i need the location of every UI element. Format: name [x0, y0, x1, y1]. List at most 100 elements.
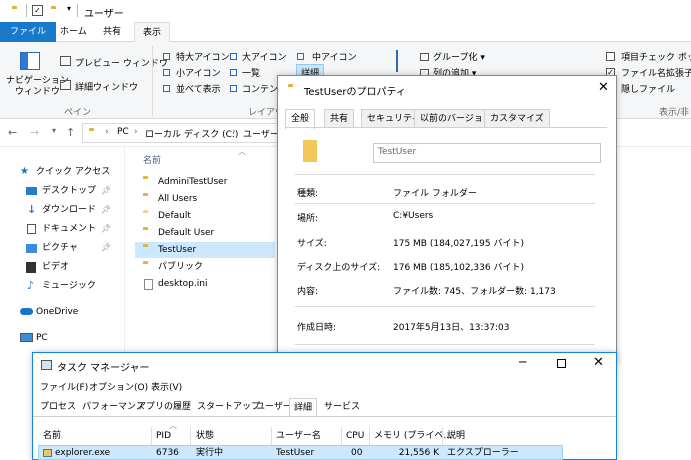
file-ext-label: ファイル名拡張子	[621, 69, 691, 79]
column-divider	[341, 427, 342, 445]
recent-locations-icon[interactable]: ▾	[52, 126, 56, 135]
menu-file[interactable]: ファイル(F)	[40, 380, 88, 393]
nav-videos[interactable]: ビデオ	[0, 258, 125, 276]
chevron-right-icon: ›	[105, 127, 109, 137]
panes-group-label: ペイン	[64, 108, 92, 118]
menu-view[interactable]: 表示(V)	[151, 380, 182, 393]
close-icon[interactable]: ✕	[593, 355, 604, 370]
nav-documents-label: ドキュメント	[42, 224, 97, 234]
ribbon-tabs: ファイル ホーム 共有 表示	[0, 22, 691, 43]
location-label: 場所:	[297, 214, 319, 224]
layout-large[interactable]: 大アイコン	[242, 50, 287, 63]
desktop-icon	[26, 187, 37, 195]
details-pane-button[interactable]: 詳細ウィンドウ	[75, 80, 138, 93]
layout-small[interactable]: 小アイコン	[176, 66, 221, 79]
tab-details[interactable]: 詳細	[289, 398, 318, 417]
tiles-icon	[163, 85, 170, 92]
divider	[295, 174, 595, 175]
size-on-disk-value: 176 MB (185,102,336 バイト)	[393, 263, 524, 273]
nav-downloads[interactable]: ↓ ダウンロード 📌︎	[0, 201, 125, 219]
column-cpu[interactable]: CPU	[346, 427, 364, 445]
layout-medium[interactable]: 中アイコン	[312, 50, 357, 63]
tab-processes[interactable]: プロセス	[36, 398, 80, 416]
tab-view[interactable]: 表示	[134, 22, 171, 43]
properties-check-icon[interactable]: ✓	[32, 5, 43, 16]
nav-music[interactable]: ♪ ミュージック	[0, 277, 125, 295]
file-item-label: TestUser	[158, 245, 197, 255]
column-memory[interactable]: メモリ (プライベ...	[374, 427, 452, 445]
properties-dialog: TestUserのプロパティ ✕ 全般 共有 セキュリティ 以前のバージョン カ…	[277, 75, 617, 365]
column-name[interactable]: 名前	[43, 427, 61, 445]
column-header-name[interactable]: 名前	[143, 153, 161, 166]
close-icon[interactable]: ✕	[598, 80, 609, 95]
chevron-right-icon: ›	[232, 127, 236, 137]
file-item-selected[interactable]: TestUser	[135, 242, 275, 258]
maximize-icon[interactable]	[557, 359, 566, 368]
show-hide-group-label: 表示/非	[659, 108, 690, 118]
folder-name-input[interactable]: TestUser	[373, 143, 601, 163]
tab-file[interactable]: ファイル	[0, 22, 57, 42]
star-icon: ★	[20, 166, 29, 177]
nav-desktop[interactable]: デスクトップ 📌︎	[0, 182, 125, 200]
hidden-files-label: 隠しファイル	[621, 85, 676, 95]
item-checkbox-check[interactable]	[606, 52, 615, 61]
nav-onedrive-label: OneDrive	[36, 307, 79, 317]
back-icon[interactable]: ←	[8, 126, 17, 139]
column-username[interactable]: ユーザー名	[276, 427, 321, 445]
menu-options[interactable]: オプション(O)	[89, 380, 148, 393]
details-pane-icon	[60, 80, 71, 90]
divider	[295, 306, 595, 307]
file-item[interactable]: Default	[135, 208, 275, 224]
file-item-label: Default User	[158, 228, 215, 238]
preview-pane-button[interactable]: プレビュー ウィンドウ	[75, 56, 168, 69]
minimize-icon[interactable]: ─	[519, 355, 526, 369]
address-bar[interactable]: › PC › ローカル ディスク (C:) › ユーザー	[82, 123, 282, 143]
large-folder-icon	[303, 140, 317, 162]
group-by-button[interactable]: グループ化 ▾	[433, 50, 485, 63]
breadcrumb-local-disk[interactable]: ローカル ディスク (C:)	[145, 127, 238, 140]
file-item-label: desktop.ini	[158, 279, 208, 289]
file-item-label: パブリック	[158, 262, 204, 272]
cell-name: explorer.exe	[55, 448, 111, 458]
tab-customize[interactable]: カスタマイズ	[484, 109, 550, 128]
qat-separator	[26, 4, 27, 17]
tab-services[interactable]: サービス	[320, 398, 364, 416]
location-value: C:¥Users	[393, 211, 434, 221]
nav-pc[interactable]: PC	[0, 329, 125, 347]
file-item[interactable]: Default User	[135, 225, 275, 241]
nav-documents[interactable]: ドキュメント 📌︎	[0, 220, 125, 238]
tab-app-history[interactable]: アプリの履歴	[133, 398, 195, 416]
file-item[interactable]: desktop.ini	[135, 276, 275, 292]
column-pid[interactable]: PID	[156, 427, 171, 445]
layout-list[interactable]: 一覧	[242, 66, 260, 79]
preview-pane-icon	[60, 56, 71, 66]
file-item[interactable]: AdminiTestUser	[135, 174, 275, 190]
chevron-right-icon: ›	[134, 127, 138, 137]
video-icon	[26, 262, 36, 273]
up-icon[interactable]: ↑	[66, 126, 75, 139]
breadcrumb-users[interactable]: ユーザー	[243, 127, 279, 140]
layout-tiles[interactable]: 並べて表示	[176, 82, 221, 95]
medium-icons-icon	[297, 53, 304, 60]
file-item-label: Default	[158, 211, 191, 221]
type-label: 種類:	[297, 189, 319, 199]
layout-extra-large[interactable]: 特大アイコン	[176, 50, 230, 63]
qat-dropdown-icon[interactable]: ▾	[67, 4, 71, 13]
nav-onedrive[interactable]: OneDrive	[0, 303, 125, 321]
file-item[interactable]: パブリック	[135, 259, 275, 275]
forward-icon[interactable]: →	[30, 126, 39, 139]
column-divider	[369, 427, 370, 445]
nav-quick-access[interactable]: ★ クイック アクセス	[0, 163, 125, 181]
tab-border	[33, 416, 616, 417]
column-description[interactable]: 説明	[447, 427, 465, 445]
nav-pictures[interactable]: ピクチャ 📌︎	[0, 239, 125, 257]
file-item[interactable]: All Users	[135, 191, 275, 207]
tab-sharing[interactable]: 共有	[324, 109, 355, 128]
nav-desktop-label: デスクトップ	[42, 186, 97, 196]
tab-share[interactable]: 共有	[95, 22, 129, 42]
tab-general[interactable]: 全般	[285, 109, 316, 129]
column-status[interactable]: 状態	[196, 427, 214, 445]
tab-home[interactable]: ホーム	[52, 22, 95, 42]
type-value: ファイル フォルダー	[393, 189, 477, 199]
breadcrumb-pc[interactable]: PC	[117, 127, 129, 137]
